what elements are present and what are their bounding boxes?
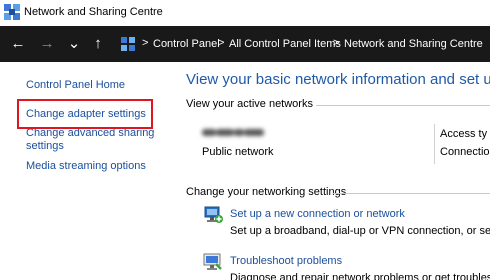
network-sharing-app-icon — [4, 4, 20, 20]
section-divider — [333, 193, 490, 194]
window-title: Network and Sharing Centre — [24, 6, 163, 18]
main-panel: View your basic network information and … — [180, 62, 490, 280]
breadcrumb-separator: > — [142, 37, 149, 49]
access-type-label: Access ty — [440, 128, 488, 140]
recent-locations-chevron-icon[interactable]: ⌄ — [64, 34, 84, 54]
title-bar: Network and Sharing Centre — [0, 0, 490, 26]
network-setup-icon — [204, 206, 223, 223]
sidebar-item-media-streaming[interactable]: Media streaming options — [26, 160, 146, 173]
up-arrow-icon[interactable]: ↑ — [88, 34, 108, 54]
troubleshoot-link[interactable]: Troubleshoot problems — [230, 255, 342, 267]
breadcrumb-all-items[interactable]: All Control Panel Items — [229, 38, 341, 50]
breadcrumb-separator: > — [218, 37, 225, 49]
setup-connection-description: Set up a broadband, dial-up or VPN conne… — [230, 225, 490, 237]
control-panel-icon — [121, 37, 135, 51]
sidebar-item-control-panel-home[interactable]: Control Panel Home — [26, 79, 125, 92]
back-arrow-icon[interactable]: ← — [8, 34, 28, 54]
highlight-annotation-box — [17, 99, 153, 129]
active-networks-label: View your active networks — [186, 98, 313, 110]
breadcrumb-separator: > — [333, 37, 340, 49]
network-type-label: Public network — [202, 146, 274, 158]
vertical-divider — [434, 124, 435, 164]
breadcrumb-network-sharing[interactable]: Network and Sharing Centre — [344, 38, 483, 50]
sidebar: Control Panel Home Change adapter settin… — [0, 62, 180, 280]
troubleshoot-description: Diagnose and repair network problems or … — [230, 272, 490, 280]
breadcrumb-control-panel[interactable]: Control Panel — [153, 38, 220, 50]
section-divider — [316, 105, 490, 106]
forward-arrow-icon[interactable]: → — [37, 34, 57, 54]
setup-connection-link[interactable]: Set up a new connection or network — [230, 208, 405, 220]
redacted-network-name — [202, 126, 276, 138]
page-title: View your basic network information and … — [186, 71, 490, 88]
troubleshoot-icon — [203, 253, 222, 270]
connections-label: Connectio — [440, 146, 490, 158]
change-settings-label: Change your networking settings — [186, 186, 347, 198]
sidebar-item-advanced-sharing-line2[interactable]: settings — [26, 140, 64, 153]
address-bar[interactable]: > Control Panel > All Control Panel Item… — [115, 30, 490, 58]
